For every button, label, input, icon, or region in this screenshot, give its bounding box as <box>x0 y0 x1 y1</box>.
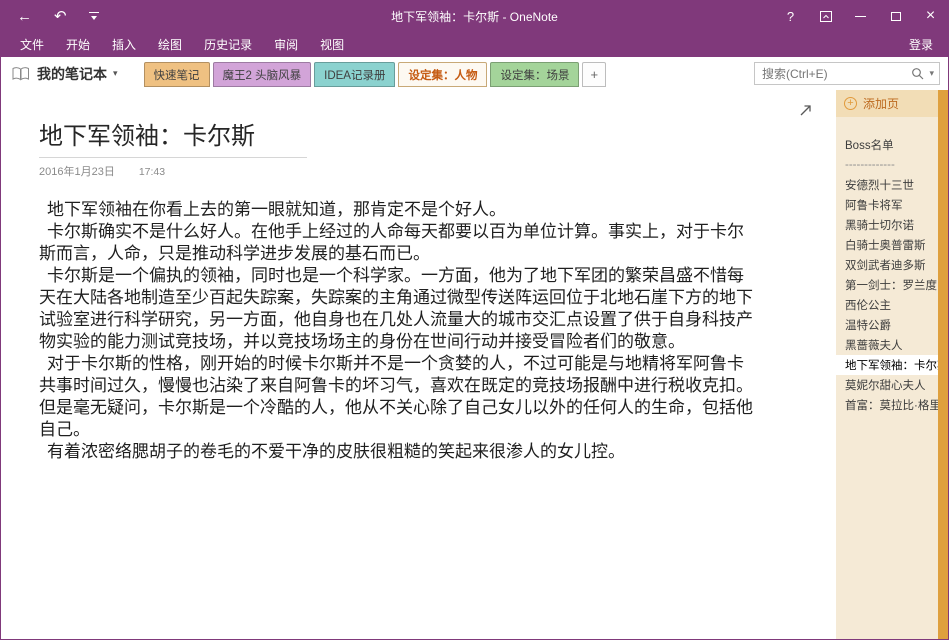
window-controls: ? × <box>773 1 948 31</box>
search-icon[interactable] <box>911 67 924 80</box>
titlebar: ← ↶ 地下军领袖：卡尔斯 - OneNote ? × <box>1 1 948 31</box>
page-list-panel: + 添加页 Boss名单 ------------- 安德烈十三世 阿鲁卡将军 … <box>836 90 948 639</box>
quick-access-toolbar: ← ↶ <box>1 9 99 24</box>
page-list-item[interactable]: 白骑士奥普雷斯 <box>836 235 938 255</box>
ribbon-tab-review[interactable]: 审阅 <box>263 31 309 57</box>
page-list-scrollbar[interactable] <box>938 90 948 639</box>
section-tab-idea-notebook[interactable]: IDEA记录册 <box>314 62 395 87</box>
notebook-dropdown[interactable]: 我的笔记本 ▾ <box>11 64 118 84</box>
page-time: 17:43 <box>139 166 165 178</box>
body-paragraph[interactable]: 卡尔斯是一个偏执的领袖，同时也是一个科学家。一方面，他为了地下军团的繁荣昌盛不惜… <box>39 265 759 353</box>
page-list-item[interactable]: ------------- <box>836 155 938 175</box>
section-tab-quick-notes[interactable]: 快速笔记 <box>144 62 210 87</box>
notebook-icon <box>11 66 31 82</box>
page-canvas[interactable]: 地下军领袖：卡尔斯 2016年1月23日 17:43 地下军领袖在你看上去的第一… <box>1 90 836 639</box>
add-page-label: 添加页 <box>863 95 899 112</box>
page-list-item[interactable]: 双剑武者迪多斯 <box>836 255 938 275</box>
section-tab-scenes[interactable]: 设定集：场景 <box>490 62 579 87</box>
page-list-item[interactable]: 第一剑士：罗兰度 <box>836 275 938 295</box>
page-title-block[interactable]: 地下军领袖：卡尔斯 <box>39 116 307 158</box>
body-paragraph[interactable]: 地下军领袖在你看上去的第一眼就知道，那肯定不是个好人。 <box>39 199 759 221</box>
section-tabs: 快速笔记 魔王2 头脑风暴 IDEA记录册 设定集：人物 设定集：场景 + <box>144 62 607 90</box>
page-list-item[interactable]: 首富：莫拉比·格里芬 <box>836 395 938 415</box>
help-button[interactable]: ? <box>773 1 808 31</box>
note-text-block[interactable]: 地下军领袖在你看上去的第一眼就知道，那肯定不是个好人。 卡尔斯确实不是什么好人。… <box>39 199 759 463</box>
page-list-item[interactable]: 黑蔷薇夫人 <box>836 335 938 355</box>
fullscreen-expand-icon[interactable] <box>799 104 812 122</box>
onenote-window: ← ↶ 地下军领袖：卡尔斯 - OneNote ? × 文件 开始 插入 绘图 … <box>0 0 949 640</box>
sign-in-button[interactable]: 登录 <box>894 36 948 53</box>
page-title[interactable]: 地下军领袖：卡尔斯 <box>39 116 307 151</box>
body-paragraph[interactable]: 有着浓密络腮胡子的卷毛的不爱干净的皮肤很粗糙的笑起来很渗人的女儿控。 <box>39 441 759 463</box>
body-paragraph[interactable]: 对于卡尔斯的性格，刚开始的时候卡尔斯并不是一个贪婪的人，不过可能是与地精将军阿鲁… <box>39 353 759 441</box>
maximize-button[interactable] <box>878 1 913 31</box>
ribbon-tab-insert[interactable]: 插入 <box>101 31 147 57</box>
body-paragraph[interactable]: 卡尔斯确实不是什么好人。在他手上经过的人命每天都要以百为单位计算。事实上，对于卡… <box>39 221 759 265</box>
page-list-item[interactable]: 阿鲁卡将军 <box>836 195 938 215</box>
page-list-item[interactable]: 西伦公主 <box>836 295 938 315</box>
ribbon-display-options-icon[interactable] <box>808 1 843 31</box>
section-tab-characters[interactable]: 设定集：人物 <box>398 62 487 87</box>
undo-icon[interactable]: ↶ <box>54 9 67 24</box>
ribbon-tab-file[interactable]: 文件 <box>9 31 55 57</box>
chevron-down-icon: ▾ <box>113 68 118 79</box>
page-list-item[interactable]: 温特公爵 <box>836 315 938 335</box>
page-meta: 2016年1月23日 17:43 <box>39 163 836 179</box>
page-list: Boss名单 ------------- 安德烈十三世 阿鲁卡将军 黑骑士切尔诺… <box>836 117 938 415</box>
ribbon-tab-bar: 文件 开始 插入 绘图 历史记录 审阅 视图 登录 <box>1 31 948 57</box>
add-page-button[interactable]: + 添加页 <box>836 90 938 117</box>
minimize-button[interactable] <box>843 1 878 31</box>
page-list-item[interactable]: Boss名单 <box>836 135 938 155</box>
add-section-tab[interactable]: + <box>582 62 606 87</box>
ribbon-tab-home[interactable]: 开始 <box>55 31 101 57</box>
page-list-item-current[interactable]: 地下军领袖：卡尔斯 <box>836 355 938 375</box>
customize-toolbar-icon[interactable] <box>89 12 99 20</box>
page-date: 2016年1月23日 <box>39 163 115 179</box>
notebook-name: 我的笔记本 <box>37 64 107 84</box>
ribbon-tab-draw[interactable]: 绘图 <box>147 31 193 57</box>
page-list-item[interactable]: 黑骑士切尔诺 <box>836 215 938 235</box>
notebook-bar: 我的笔记本 ▾ 快速笔记 魔王2 头脑风暴 IDEA记录册 设定集：人物 设定集… <box>1 57 948 90</box>
page-list-item[interactable]: 莫妮尔甜心夫人 <box>836 375 938 395</box>
ribbon-tab-view[interactable]: 视图 <box>309 31 355 57</box>
add-page-plus-icon: + <box>844 97 857 110</box>
page-list-item[interactable]: 安德烈十三世 <box>836 175 938 195</box>
body-row: 地下军领袖：卡尔斯 2016年1月23日 17:43 地下军领袖在你看上去的第一… <box>1 90 948 639</box>
close-button[interactable]: × <box>913 1 948 31</box>
section-tab-brainstorm[interactable]: 魔王2 头脑风暴 <box>213 62 312 87</box>
search-scope-chevron-icon[interactable]: ▾ <box>929 68 934 79</box>
search-placeholder: 搜索(Ctrl+E) <box>762 65 911 82</box>
ribbon-tab-history[interactable]: 历史记录 <box>193 31 263 57</box>
back-arrow-icon[interactable]: ← <box>17 9 32 24</box>
search-box[interactable]: 搜索(Ctrl+E) ▾ <box>754 62 940 85</box>
